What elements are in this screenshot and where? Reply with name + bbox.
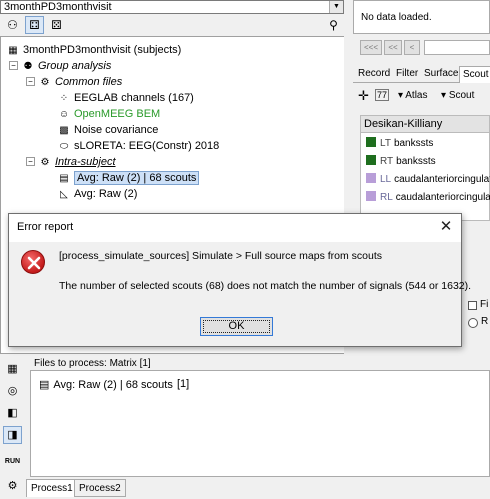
tree-avg-raw[interactable]: ◺ Avg: Raw (2) (57, 186, 137, 202)
pipeline-icon[interactable]: ⚙ (3, 477, 22, 495)
nav-field[interactable] (424, 40, 490, 55)
atlas-selector[interactable]: Desikan-Killiany (360, 115, 490, 133)
tree-noise-covariance[interactable]: ▩ Noise covariance (57, 122, 158, 138)
matrix-icon: ▤ (39, 379, 50, 391)
scout-item[interactable]: LT bankssts (366, 136, 433, 152)
tree-root[interactable]: ▦ 3monthPD3monthvisit (subjects) (6, 42, 181, 58)
option-radio[interactable] (468, 318, 478, 328)
nav-prev-button[interactable]: < (404, 40, 420, 55)
sources-filter-icon[interactable]: ◧ (3, 404, 22, 422)
scout-toolbar: ✛ 77 ▾ Atlas ▾ Scout (353, 86, 490, 106)
add-scout-icon[interactable]: ✛ (358, 88, 369, 104)
tab-process2[interactable]: Process2 (74, 479, 126, 497)
error-message-detail: The number of selected scouts (68) does … (59, 280, 472, 292)
view-anatomy-icon[interactable]: ⚇ (3, 16, 22, 34)
process-tabs: Process1 Process2 (26, 479, 490, 499)
protocol-name: 3monthPD3monthvisit (4, 1, 112, 13)
explorer-toolbar: ⚇ ⚃ ⚄ ⚲ (0, 14, 350, 36)
option-checkbox[interactable] (468, 301, 477, 310)
process-sidebar: ▦ ◎ ◧ ◨ RUN ⚙ (0, 356, 26, 499)
tree-avg-raw-scouts[interactable]: ▤ Avg: Raw (2) | 68 scouts (57, 170, 200, 186)
brain-icon: ⬭ (59, 141, 69, 152)
timefreq-filter-icon[interactable]: ◨ (3, 426, 22, 444)
run-button[interactable]: RUN (3, 453, 22, 471)
partially-hidden-options: Fi R (466, 296, 490, 336)
data-icon: ◺ (60, 189, 68, 200)
files-to-process-list: ▤ Avg: Raw (2) | 68 scouts [1] (30, 370, 490, 477)
tree-group-analysis[interactable]: − ⚉ Group analysis (9, 58, 111, 74)
close-icon[interactable]: ✕ (437, 217, 455, 237)
matrix-filter-icon[interactable]: ▦ (3, 360, 22, 378)
dialog-titlebar[interactable]: Error report ✕ (9, 214, 461, 242)
collapse-icon[interactable]: − (26, 77, 35, 86)
headmodel-icon: ☺ (58, 109, 70, 120)
tab-surface[interactable]: Surface (421, 66, 461, 83)
file-count: [1] (177, 378, 190, 390)
matrix-icon: ▤ (59, 173, 69, 184)
tree-sloreta[interactable]: ⬭ sLORETA: EEG(Constr) 2018 (57, 138, 220, 154)
scout-menu[interactable]: ▾ Scout (441, 90, 474, 101)
channels-icon: ⁘ (59, 93, 69, 104)
no-data-text: No data loaded. (361, 12, 432, 23)
nav-first-button[interactable]: <<< (360, 40, 382, 55)
error-dialog: Error report ✕ [process_simulate_sources… (8, 213, 471, 347)
covariance-icon: ▩ (59, 125, 69, 136)
scout-color-swatch (366, 173, 376, 183)
files-to-process-label: Files to process: Matrix [1] (34, 358, 151, 369)
scout-color-swatch (366, 137, 376, 147)
tab-process1[interactable]: Process1 (26, 479, 78, 497)
collapse-icon[interactable]: − (26, 157, 35, 166)
scout-color-swatch (366, 155, 376, 165)
tool-tabs: Record Filter Surface Scout (353, 66, 490, 83)
atlas-menu[interactable]: ▾ Atlas (398, 90, 427, 101)
tab-record[interactable]: Record (355, 66, 393, 83)
chevron-down-icon[interactable]: ▼ (329, 1, 343, 13)
scout-item[interactable]: RT bankssts (366, 154, 436, 170)
data-info-box: No data loaded. (353, 0, 490, 34)
protocol-selector[interactable]: 3monthPD3monthvisit ▼ (0, 0, 344, 14)
tree-eeglab-channels[interactable]: ⁘ EEGLAB channels (167) (57, 90, 194, 106)
error-message-title: [process_simulate_sources] Simulate > Fu… (59, 250, 383, 262)
subject-icon: ⚙ (40, 157, 50, 168)
error-icon (21, 250, 45, 274)
tab-scout[interactable]: Scout (459, 66, 490, 83)
list-item[interactable]: ▤ Avg: Raw (2) | 68 scouts (39, 378, 173, 391)
nav-prev-fast-button[interactable]: << (384, 40, 402, 55)
group-icon: ⚉ (23, 61, 33, 72)
scout-list: LT bankssts RT bankssts LL caudalanteriorci… (360, 133, 490, 221)
tree-common-files[interactable]: − ⚙ Common files (26, 74, 122, 90)
scout-color-swatch (366, 191, 376, 201)
tab-filter[interactable]: Filter (393, 66, 421, 83)
dialog-title: Error report (17, 221, 74, 233)
ok-button[interactable]: OK (200, 317, 273, 336)
search-icon[interactable]: ⚲ (324, 16, 343, 34)
common-files-icon: ⚙ (40, 77, 50, 88)
option-r-label: R (481, 316, 489, 327)
scout-item[interactable]: RL caudalanteriorcingulate (366, 190, 490, 206)
option-f-label: Fi (480, 299, 489, 310)
view-study-icon[interactable]: ⚄ (47, 16, 66, 34)
view-functional-icon[interactable]: ⚃ (25, 16, 44, 34)
collapse-icon[interactable]: − (9, 61, 18, 70)
tree-openmeeg[interactable]: ☺ OpenMEEG BEM (57, 106, 160, 122)
scout-options-icon[interactable]: 77 (375, 89, 390, 101)
atlas-name: Desikan-Killiany (364, 118, 443, 130)
data-filter-icon[interactable]: ◎ (3, 382, 22, 400)
protocol-icon: ▦ (8, 45, 18, 56)
tree-intra-subject[interactable]: − ⚙ Intra-subject (26, 154, 116, 170)
scout-item[interactable]: LL caudalanteriorcingulate (366, 172, 490, 188)
